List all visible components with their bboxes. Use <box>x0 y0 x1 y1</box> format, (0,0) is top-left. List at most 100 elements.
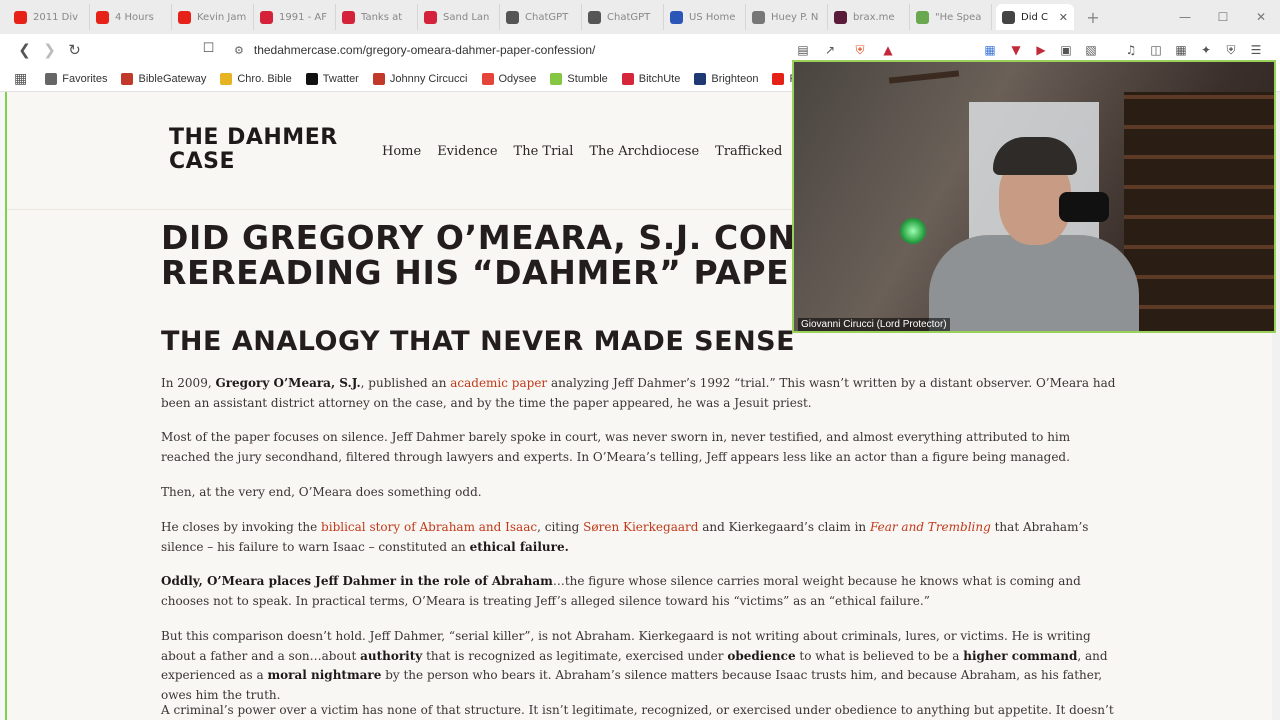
browser-tab[interactable]: US Home <box>664 4 746 30</box>
paragraph-6: But this comparison doesn’t hold. Jeff D… <box>161 627 1116 705</box>
extensions-icon[interactable]: ▣ <box>1058 42 1074 58</box>
browser-tab[interactable]: Did C ✕ <box>996 4 1074 30</box>
tab-title: US Home <box>689 11 736 23</box>
browser-tab[interactable]: Huey P. N <box>746 4 828 30</box>
webcam-person <box>929 137 1139 331</box>
bookmark-label: BibleGateway <box>138 72 207 85</box>
youtube-icon <box>96 10 109 24</box>
browser-tab[interactable]: 1991 - AF <box>254 4 336 30</box>
youtube-icon <box>14 10 27 24</box>
close-window-icon[interactable]: ✕ <box>1242 0 1280 34</box>
bookmark-item[interactable]: Johnny Circucci <box>372 72 468 85</box>
nav-link-trafficked[interactable]: Trafficked <box>715 144 782 159</box>
bookmark-item[interactable]: Stumble <box>550 72 608 85</box>
nav-link-the-trial[interactable]: The Trial <box>514 144 574 159</box>
browser-tab[interactable]: Kevin Jam <box>172 4 254 30</box>
paragraph-7: A criminal’s power over a victim has non… <box>161 703 1114 717</box>
webcam-caption: Giovanni Cirucci (Lord Protector) <box>798 318 950 331</box>
bookmark-item[interactable]: Favorites <box>45 72 108 85</box>
new-tab-icon[interactable]: + <box>1080 8 1106 27</box>
music-icon[interactable]: ♫ <box>1123 42 1139 58</box>
translate-icon[interactable]: ▦ <box>982 42 998 58</box>
paragraph-4: He closes by invoking the biblical story… <box>161 518 1116 557</box>
site-logo[interactable]: THE DAHMER CASE <box>169 126 338 174</box>
p5-bold-lead: Oddly, O’Meara places Jeff Dahmer in the… <box>161 574 553 588</box>
brave-shields-icon[interactable]: ⛨ <box>852 42 868 58</box>
tab-title: Tanks at <box>361 11 403 23</box>
bookmark-item[interactable]: Twatter <box>305 72 359 85</box>
bookmark-item[interactable]: BibleGateway <box>121 72 207 85</box>
brax-icon <box>834 10 847 24</box>
bookmark-label: Chro. Bible <box>237 72 292 85</box>
tab-strip: 2011 Div 4 Hours Kevin Jam 1991 - AF Tanks a… <box>0 0 1280 34</box>
share-icon[interactable]: ↗ <box>822 42 838 58</box>
maximize-icon[interactable]: ☐ <box>1204 0 1242 34</box>
dislike-icon[interactable]: ▼ <box>1008 42 1024 58</box>
rumble-icon <box>550 72 563 85</box>
nav-link-evidence[interactable]: Evidence <box>437 144 497 159</box>
sidebar-icon[interactable]: ◫ <box>1148 42 1164 58</box>
p4-text-c: and Kierkegaard’s claim in <box>698 520 870 534</box>
paragraph-3: Then, at the very end, O’Meara does some… <box>161 485 482 499</box>
doc-icon <box>916 10 929 24</box>
reader-mode-icon[interactable]: ▤ <box>795 42 811 58</box>
academic-paper-link[interactable]: academic paper <box>450 376 547 390</box>
webcam-bookshelf <box>1124 92 1274 331</box>
bookmark-item[interactable]: BitchUte <box>621 72 680 85</box>
browser-tab[interactable]: ChatGPT <box>582 4 664 30</box>
url-text: thedahmercase.com/gregory-omeara-dahmer-… <box>253 43 596 57</box>
bookmark-label: Stumble <box>567 72 608 85</box>
bookmark-item[interactable]: Odysee <box>481 72 537 85</box>
menu-icon[interactable]: ☰ <box>1248 42 1264 58</box>
p6-bold-moral-nightmare: moral nightmare <box>267 668 382 682</box>
tab-title: Kevin Jam <box>197 11 247 23</box>
bookmark-label: Odysee <box>498 72 537 85</box>
kierkegaard-link[interactable]: Søren Kierkegaard <box>583 520 698 534</box>
minimize-icon[interactable]: — <box>1166 0 1204 34</box>
play-icon[interactable]: ▶ <box>1033 42 1049 58</box>
site-info-icon[interactable]: ⚙ <box>234 44 244 57</box>
bookmark-label: Favorites <box>62 72 108 85</box>
browser-tab[interactable]: 4 Hours <box>90 4 172 30</box>
nav-link-the-archdiocese[interactable]: The Archdiocese <box>589 144 699 159</box>
tab-title: Huey P. N <box>771 11 819 23</box>
paragraph-1: In 2009, Gregory O’Meara, S.J., publishe… <box>161 374 1116 413</box>
browser-tab[interactable]: "He Spea <box>910 4 992 30</box>
chatgpt-icon <box>588 10 601 24</box>
wallet-icon[interactable]: ▦ <box>1173 42 1189 58</box>
p6-bold-authority: authority <box>360 648 423 663</box>
fear-and-trembling-link[interactable]: Fear and Trembling <box>870 520 991 534</box>
webcam-overlay: Giovanni Cirucci (Lord Protector) <box>792 60 1276 333</box>
webcam-microphone <box>1059 192 1109 222</box>
apps-grid-icon[interactable]: ▦ <box>14 70 27 87</box>
webcam-model-plane <box>888 70 960 84</box>
brave-rewards-icon[interactable]: ▲ <box>880 42 896 58</box>
screenshot-icon[interactable]: ▧ <box>1083 42 1099 58</box>
bookmark-item[interactable]: Brighteon <box>694 72 759 85</box>
bookmark-item[interactable]: Chro. Bible <box>220 72 292 85</box>
browser-tab[interactable]: 2011 Div <box>8 4 90 30</box>
reload-icon[interactable]: ↻ <box>62 41 87 59</box>
forward-icon[interactable]: ❯ <box>37 41 62 59</box>
p1-bold-name: Gregory O’Meara, S.J. <box>215 376 361 390</box>
address-bar[interactable]: ⚙ thedahmercase.com/gregory-omeara-dahme… <box>196 38 816 62</box>
browser-tab[interactable]: ChatGPT <box>500 4 582 30</box>
bible-icon <box>220 72 233 85</box>
wikipedia-icon <box>752 10 765 24</box>
close-tab-icon[interactable]: ✕ <box>1059 11 1068 24</box>
podcast-icon <box>342 10 355 24</box>
section-heading: THE ANALOGY THAT NEVER MADE SENSE <box>161 326 796 357</box>
webcam-person-body <box>929 235 1139 331</box>
leo-ai-icon[interactable]: ✦ <box>1198 42 1214 58</box>
browser-tab[interactable]: brax.me <box>828 4 910 30</box>
p1-text-a: In 2009, <box>161 376 216 390</box>
back-icon[interactable]: ❮ <box>12 41 37 59</box>
vpn-icon[interactable]: ⛨ <box>1223 42 1239 58</box>
browser-tab[interactable]: Sand Lan <box>418 4 500 30</box>
bookmark-label: Brighteon <box>711 72 759 85</box>
abraham-isaac-link[interactable]: biblical story of Abraham and Isaac <box>321 520 537 534</box>
tab-title: 1991 - AF <box>279 11 328 23</box>
browser-tab[interactable]: Tanks at <box>336 4 418 30</box>
nav-link-home[interactable]: Home <box>382 144 421 159</box>
x-icon <box>305 72 318 85</box>
